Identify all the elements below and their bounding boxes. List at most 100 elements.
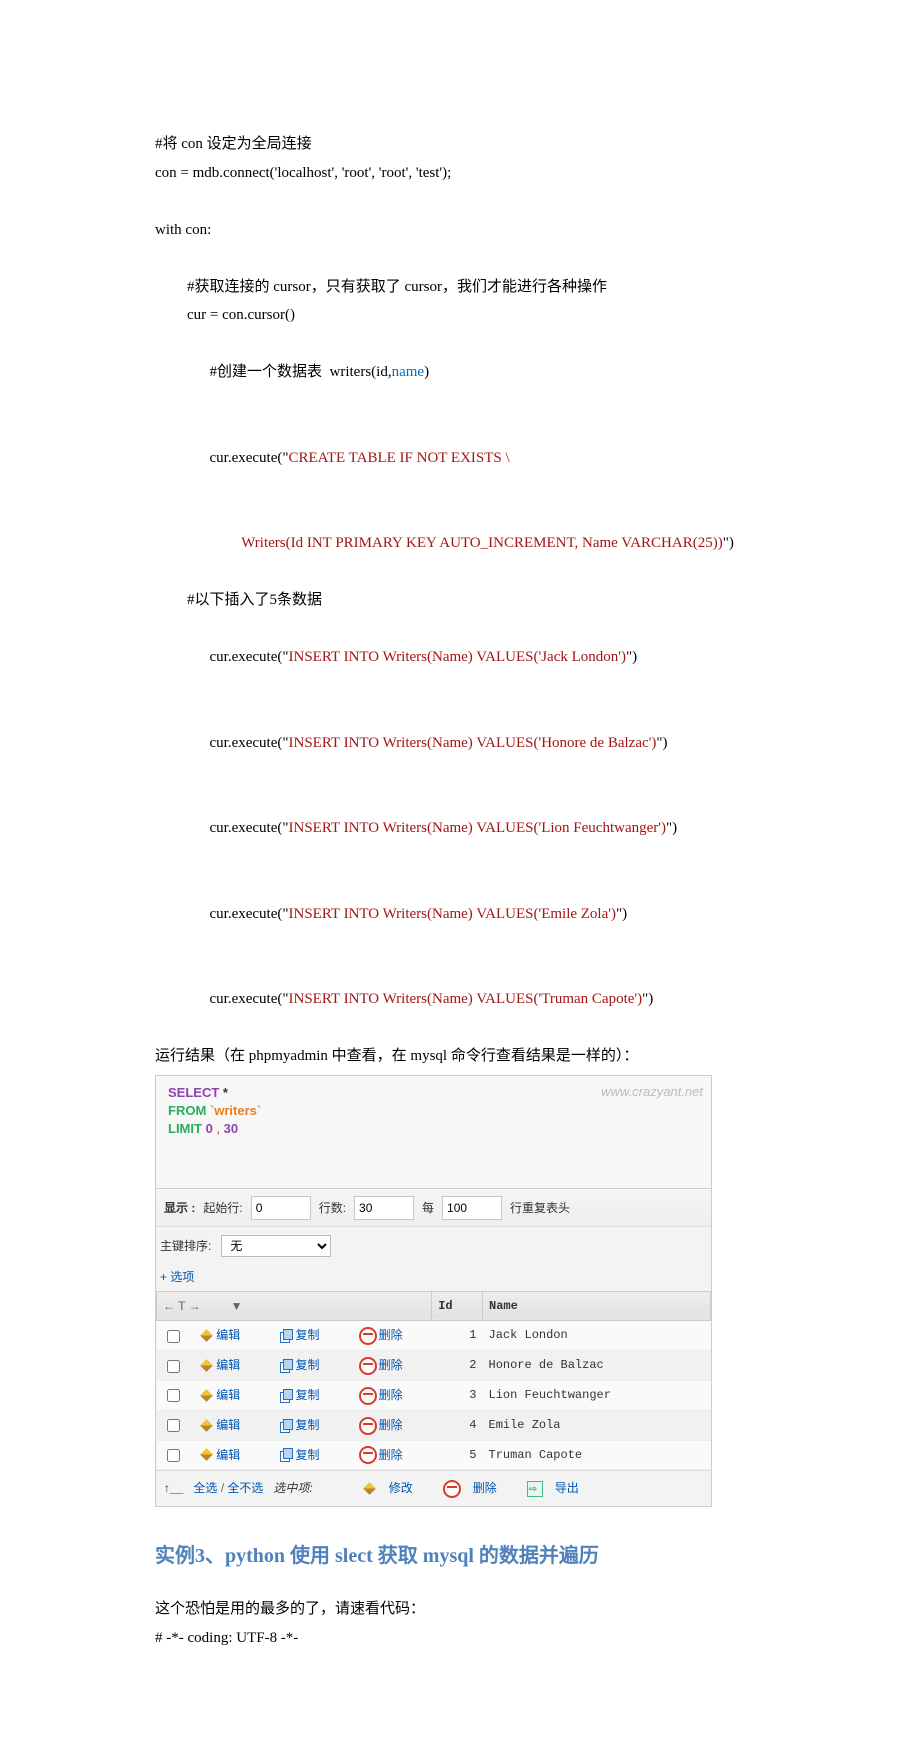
table-row: 编辑 复制 删除 3Lion Feuchtwanger [157, 1381, 711, 1411]
code-line [155, 244, 765, 273]
cell-name: Jack London [483, 1321, 711, 1351]
delete-icon [359, 1327, 377, 1345]
code-text: ") [626, 649, 637, 665]
footer-delete-link[interactable]: 删除 [473, 1477, 497, 1500]
cell-id: 2 [432, 1351, 483, 1381]
code-text: cur.execute(" [210, 820, 289, 836]
code-text: ") [642, 991, 653, 1007]
code-text: name [392, 364, 424, 380]
delete-link[interactable]: 删除 [379, 1448, 403, 1462]
edit-link[interactable]: 编辑 [216, 1448, 240, 1462]
results-table: ← T → ▼ Id Name 编辑复制删除1Jack London编辑复制删除… [156, 1291, 711, 1471]
code-line: cur.execute("INSERT INTO Writers(Name) V… [155, 700, 765, 786]
column-header-name[interactable]: Name [483, 1291, 711, 1321]
display-label: 显示 : [164, 1197, 195, 1220]
arrow-up-icon: ↑__ [164, 1477, 183, 1500]
code-text: CREATE TABLE IF NOT EXISTS \ [289, 450, 510, 466]
rows-input[interactable] [354, 1196, 414, 1220]
section-heading: 实例3、python 使用 slect 获取 mysql 的数据并遍历 [155, 1537, 765, 1575]
code-text: cur.execute(" [210, 450, 289, 466]
footer-export-link[interactable]: 导出 [555, 1477, 579, 1500]
sql-text: , [213, 1121, 224, 1136]
row-checkbox[interactable] [167, 1419, 180, 1432]
column-header-id[interactable]: Id [432, 1291, 483, 1321]
code-text: ") [616, 906, 627, 922]
result-caption: 运行结果（在 phpmyadmin 中查看，在 mysql 命令行查看结果是一样… [155, 1042, 765, 1071]
delete-link[interactable]: 删除 [379, 1388, 403, 1402]
copy-icon [279, 1329, 293, 1343]
deselect-all-link[interactable]: 全不选 [227, 1481, 263, 1495]
code-text: cur.execute(" [210, 649, 289, 665]
pencil-icon [200, 1359, 214, 1373]
code-line: #创建一个数据表 writers(id,name) [155, 330, 765, 416]
sort-select[interactable]: 无 [221, 1235, 331, 1257]
per-input[interactable] [442, 1196, 502, 1220]
code-line: #获取连接的 cursor，只有获取了 cursor，我们才能进行各种操作 [155, 273, 765, 302]
sort-row: 主键排序: 无 [156, 1227, 711, 1262]
pencil-icon [200, 1329, 214, 1343]
code-line [155, 187, 765, 216]
delete-icon [359, 1387, 377, 1405]
start-row-input[interactable] [251, 1196, 311, 1220]
cell-id: 5 [432, 1440, 483, 1470]
code-text: Writers(Id INT PRIMARY KEY AUTO_INCREMEN… [241, 535, 722, 551]
pencil-icon [200, 1448, 214, 1462]
sort-label: 主键排序: [160, 1239, 211, 1253]
code-text: INSERT INTO Writers(Name) VALUES('Emile … [289, 906, 616, 922]
options-link[interactable]: + 选项 [156, 1262, 711, 1291]
code-text: #创建一个数据表 writers(id, [210, 364, 392, 380]
footer-edit-link[interactable]: 修改 [389, 1477, 413, 1500]
delete-link[interactable]: 删除 [379, 1328, 403, 1342]
table-row: 编辑复制删除4Emile Zola [157, 1410, 711, 1440]
copy-icon [279, 1389, 293, 1403]
row-checkbox[interactable] [167, 1449, 180, 1462]
row-checkbox[interactable] [167, 1360, 180, 1373]
select-all-link[interactable]: 全选 [193, 1481, 217, 1495]
code-text: cur.execute(" [210, 906, 289, 922]
column-header-actions[interactable]: ← T → ▼ [157, 1291, 432, 1321]
copy-icon [279, 1448, 293, 1462]
dropdown-icon[interactable]: ▼ [231, 1299, 243, 1313]
edit-link[interactable]: 编辑 [216, 1358, 240, 1372]
copy-link[interactable]: 复制 [295, 1388, 319, 1402]
sql-keyword: SELECT [168, 1085, 219, 1100]
cell-name: Lion Feuchtwanger [483, 1381, 711, 1411]
code-line: cur.execute("INSERT INTO Writers(Name) V… [155, 786, 765, 872]
copy-link[interactable]: 复制 [295, 1448, 319, 1462]
pencil-icon [200, 1419, 214, 1433]
copy-link[interactable]: 复制 [295, 1328, 319, 1342]
code-text: ") [666, 820, 677, 836]
delete-link[interactable]: 删除 [379, 1418, 403, 1432]
cell-name: Honore de Balzac [483, 1351, 711, 1381]
code-line: cur.execute("INSERT INTO Writers(Name) V… [155, 957, 765, 1043]
table-row: 编辑复制删除5Truman Capote [157, 1440, 711, 1470]
copy-link[interactable]: 复制 [295, 1358, 319, 1372]
sql-number: 0 [206, 1121, 213, 1136]
paragraph: 这个恐怕是用的最多的了，请速看代码： [155, 1595, 765, 1624]
start-row-label: 起始行: [203, 1197, 242, 1220]
sql-keyword: FROM [168, 1103, 206, 1118]
delete-link[interactable]: 删除 [379, 1358, 403, 1372]
edit-link[interactable]: 编辑 [216, 1388, 240, 1402]
code-line: cur.execute("CREATE TABLE IF NOT EXISTS … [155, 415, 765, 501]
pencil-icon [363, 1482, 377, 1496]
with-selected-label: 选中项: [273, 1477, 312, 1500]
table-row: 编辑 复制 删除 1Jack London [157, 1321, 711, 1351]
copy-link[interactable]: 复制 [295, 1418, 319, 1432]
code-text: INSERT INTO Writers(Name) VALUES('Honore… [289, 735, 657, 751]
cell-id: 3 [432, 1381, 483, 1411]
cell-id: 1 [432, 1321, 483, 1351]
cell-name: Emile Zola [483, 1410, 711, 1440]
row-checkbox[interactable] [167, 1330, 180, 1343]
edit-link[interactable]: 编辑 [216, 1328, 240, 1342]
edit-link[interactable]: 编辑 [216, 1418, 240, 1432]
row-checkbox[interactable] [167, 1389, 180, 1402]
sql-text: * [223, 1085, 228, 1100]
sql-keyword: LIMIT [168, 1121, 202, 1136]
code-text: cur.execute(" [210, 991, 289, 1007]
code-line: cur = con.cursor() [155, 301, 765, 330]
code-text: INSERT INTO Writers(Name) VALUES('Truman… [289, 991, 643, 1007]
code-text: cur.execute(" [210, 735, 289, 751]
sql-table: `writers` [210, 1103, 261, 1118]
document-page: #将 con 设定为全局连接 con = mdb.connect('localh… [0, 0, 920, 1752]
